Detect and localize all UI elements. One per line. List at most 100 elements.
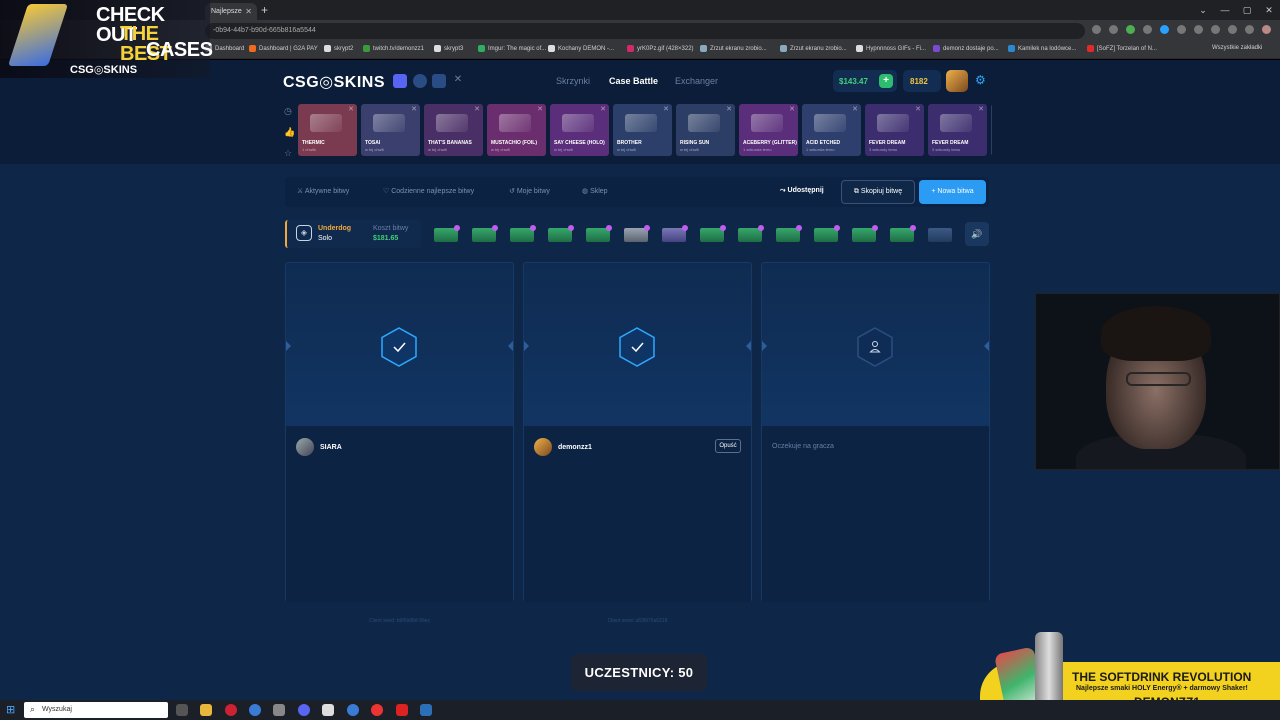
new-tab-icon[interactable]: + [261, 3, 268, 17]
bookmark-item[interactable]: skrypt2 [324, 45, 353, 52]
bookmark-item[interactable]: [SoFZ] Torzelan of N... [1087, 45, 1157, 52]
bookmark-item[interactable]: demonz dostaje po... [933, 45, 999, 52]
case-icon[interactable] [850, 225, 878, 243]
bookmark-item[interactable]: skrypt3 [434, 45, 463, 52]
feed-item[interactable]: ✕ ACID ETCHED 1 sekunda temu [802, 104, 861, 156]
feed-item[interactable]: ✕ THAT'S BANANAS w tej chwili [424, 104, 483, 156]
feed-item[interactable]: ✕TRI DEMI [991, 104, 992, 156]
app-icon[interactable] [322, 704, 334, 716]
case-icon[interactable] [508, 225, 536, 243]
chrome-icon[interactable] [249, 704, 261, 716]
bookmark-item[interactable]: Kochany DEMON -... [548, 45, 614, 52]
extension-icon[interactable] [1194, 25, 1203, 34]
app-icon[interactable] [396, 704, 408, 716]
active-battles-link[interactable]: ⚔ Aktywne bitwy [297, 187, 349, 195]
case-icon[interactable] [888, 225, 916, 243]
bookmark-item[interactable]: Zrzut ekranu zrobio... [780, 45, 847, 52]
chrome-active-icon[interactable] [347, 704, 359, 716]
obs-icon[interactable] [371, 704, 383, 716]
close-window-icon[interactable]: ✕ [1258, 0, 1280, 20]
steam-icon[interactable] [420, 704, 432, 716]
nav-case-battle[interactable]: Case Battle [609, 76, 658, 86]
clock-icon[interactable]: ◷ [284, 106, 295, 117]
case-icon[interactable] [926, 225, 954, 243]
bookmark-item[interactable]: Dashboard | G2A PAY [249, 45, 318, 52]
share-button[interactable]: ⤳ Udostępnij [780, 187, 824, 195]
feed-item[interactable]: ✕ MUSTACHIO (FOIL) w tej chwili [487, 104, 546, 156]
file-explorer-icon[interactable] [200, 704, 212, 716]
browser-tab[interactable]: Najlepsze ✕ [205, 3, 257, 20]
copy-battle-button[interactable]: ⧉ Skopiuj bitwę [841, 180, 915, 204]
extension-icon[interactable] [1109, 25, 1118, 34]
bookmark-item[interactable]: Hypnnnoss GIFs - Fi... [856, 45, 926, 52]
gear-icon[interactable]: ⚙ [975, 74, 987, 86]
user-avatar[interactable] [946, 70, 968, 92]
bookmark-item[interactable]: Zrzut ekranu zrobio... [700, 45, 767, 52]
feed-item[interactable]: ✕ FEVER DREAM 3 sekundy temu [865, 104, 924, 156]
feed-item[interactable]: ✕ ACEBERRY (GLITTER) 1 sekunda temu [739, 104, 798, 156]
case-icon: ✕ [726, 106, 732, 113]
bookmark-item[interactable]: Imgur: The magic of... [478, 45, 546, 52]
case-icon[interactable] [622, 225, 650, 243]
facebook-icon[interactable] [413, 74, 427, 88]
shop-link[interactable]: ◍ Sklep [582, 187, 608, 195]
daily-best-link[interactable]: ♡ Codzienne najlepsze bitwy [383, 187, 474, 195]
active-battles-label: Aktywne bitwy [304, 188, 350, 195]
extension-icon[interactable] [1092, 25, 1101, 34]
thumbs-up-icon[interactable]: 👍 [284, 127, 295, 138]
nav-cases[interactable]: Skrzynki [556, 76, 590, 86]
case-icon[interactable] [774, 225, 802, 243]
extension-icon[interactable] [1228, 25, 1237, 34]
case-icon[interactable] [546, 225, 574, 243]
feed-item[interactable]: ✕ THERMIC 1 chwilk [298, 104, 357, 156]
extension-icon[interactable] [1143, 25, 1152, 34]
tab-search-icon[interactable]: ⌄ [1192, 0, 1214, 20]
x-twitter-icon[interactable]: ✕ [451, 74, 465, 88]
sound-icon[interactable]: 🔊 [965, 222, 989, 246]
feed-item[interactable]: ✕ BROTHER w tej chwili [613, 104, 672, 156]
feed-item[interactable]: ✕ TOSAI w tej chwili [361, 104, 420, 156]
bookmark-item[interactable]: yrK0Pz.gif (428×322) [627, 45, 694, 52]
feed-item[interactable]: ✕ RISING SUN w tej chwili [676, 104, 735, 156]
extension-icon[interactable] [1211, 25, 1220, 34]
case-icon[interactable] [584, 225, 612, 243]
star-icon[interactable]: ☆ [284, 148, 295, 159]
profile-icon[interactable] [1262, 25, 1271, 34]
bookmark-item[interactable]: twitch.tv/demonzz1 [363, 45, 424, 52]
task-view-icon[interactable] [176, 704, 188, 716]
all-bookmarks[interactable]: Wszystkie zakładki [1212, 45, 1262, 51]
discord-taskbar-icon[interactable] [298, 704, 310, 716]
instagram-icon[interactable] [432, 74, 446, 88]
balance-display[interactable]: $143.47 + [833, 70, 897, 92]
opera-icon[interactable] [225, 704, 237, 716]
deposit-plus-icon[interactable]: + [879, 74, 893, 88]
case-icon[interactable] [698, 225, 726, 243]
maximize-icon[interactable]: ▢ [1236, 0, 1258, 20]
live-drop-feed: ✕ THERMIC 1 chwilk ✕ TOSAI w tej chwili ✕ THAT'… [298, 104, 992, 156]
discord-icon[interactable] [393, 74, 407, 88]
case-icon[interactable] [812, 225, 840, 243]
my-battles-link[interactable]: ↺ Moje bitwy [509, 187, 550, 195]
bookmark-item[interactable]: Kamilek na lodówce... [1008, 45, 1076, 52]
extension-icon[interactable] [1177, 25, 1186, 34]
windows-start-icon[interactable]: ⊞ [6, 704, 15, 716]
case-icon[interactable] [736, 225, 764, 243]
coins-display[interactable]: 8182 [903, 70, 941, 92]
case-icon[interactable] [470, 225, 498, 243]
feed-item[interactable]: ✕ SAY CHEESE (HOLO) w tej chwili [550, 104, 609, 156]
feed-item[interactable]: ✕ FEVER DREAM 3 sekundy temu [928, 104, 987, 156]
new-battle-button[interactable]: + Nowa bitwa [919, 180, 986, 204]
case-icon[interactable] [432, 225, 460, 243]
taskbar-search[interactable]: ⌕ Wyszukaj [24, 702, 168, 718]
url-input[interactable]: -0b94-44b7-b90d-665b816a5544 [205, 23, 1085, 39]
site-logo[interactable]: CSG◎SKINS [283, 72, 385, 92]
leave-button[interactable]: Opuść [715, 439, 741, 453]
extension-icon[interactable] [1160, 25, 1169, 34]
case-icon[interactable] [660, 225, 688, 243]
extension-icon[interactable] [1245, 25, 1254, 34]
close-tab-icon[interactable]: ✕ [245, 7, 252, 16]
extension-icon[interactable] [1126, 25, 1135, 34]
nav-exchanger[interactable]: Exchanger [675, 76, 718, 86]
minimize-icon[interactable]: — [1214, 0, 1236, 20]
app-icon[interactable] [273, 704, 285, 716]
